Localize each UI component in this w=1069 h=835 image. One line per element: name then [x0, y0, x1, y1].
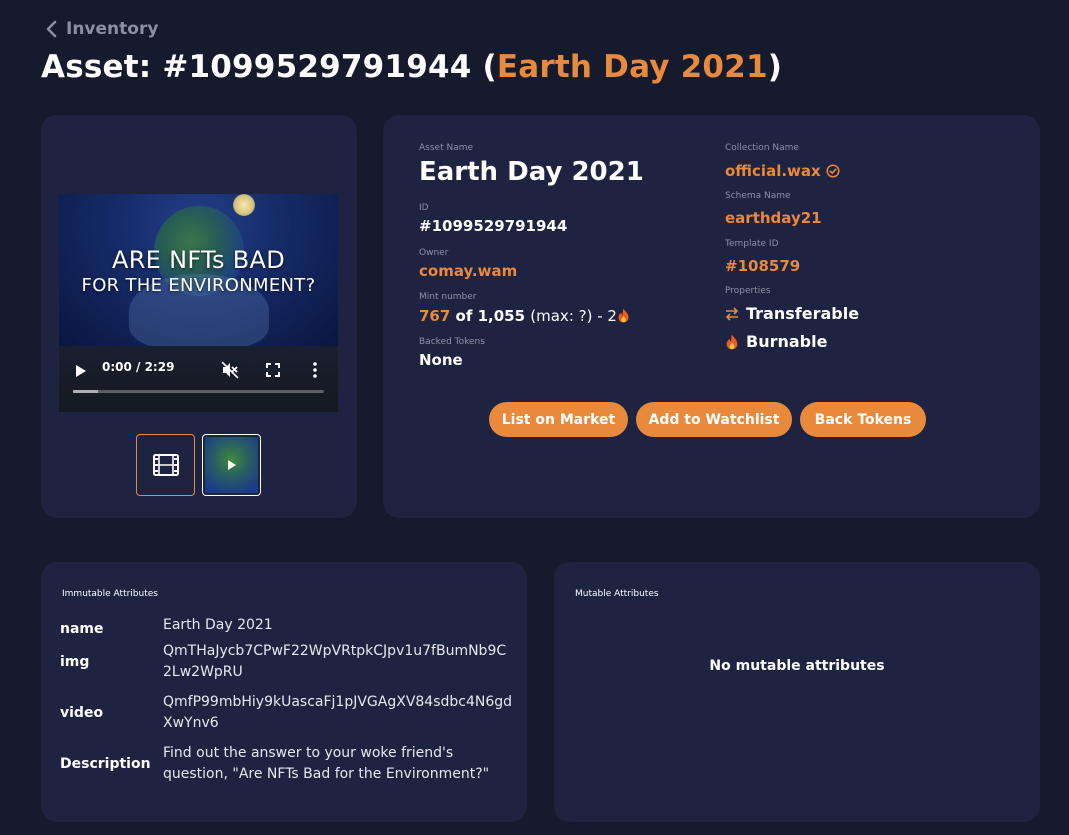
- mutable-attributes-card: Mutable Attributes No mutable attributes: [554, 562, 1040, 822]
- fullscreen-icon[interactable]: [266, 363, 280, 377]
- play-icon[interactable]: [75, 364, 87, 378]
- transfer-icon: [725, 306, 739, 321]
- property-transferable: Transferable: [724, 304, 859, 323]
- schema-label: Schema Name: [725, 191, 791, 201]
- title-asset-name: Earth Day 2021: [496, 49, 768, 85]
- collection-label: Collection Name: [725, 143, 799, 153]
- play-icon: [228, 460, 236, 470]
- template-label: Template ID: [725, 239, 779, 249]
- attribute-key: img: [60, 654, 90, 670]
- properties-label: Properties: [725, 286, 771, 296]
- property-transferable-label: Transferable: [746, 304, 860, 323]
- mute-icon[interactable]: [221, 361, 239, 379]
- mutable-section-label: Mutable Attributes: [575, 589, 659, 599]
- video-overlay-line1: ARE NFTs BAD: [111, 246, 285, 274]
- owner-link[interactable]: comay.wam: [419, 262, 517, 280]
- attribute-row: name Earth Day 2021: [60, 615, 520, 641]
- collection-link[interactable]: official.wax: [725, 162, 840, 180]
- no-mutable-attributes-text: No mutable attributes: [709, 658, 885, 674]
- mint-label: Mint number: [419, 292, 477, 302]
- backed-tokens-value: None: [419, 351, 463, 369]
- property-burnable: Burnable: [724, 332, 827, 351]
- mint-number: 767 of 1,055 (max: ?) - 2: [419, 307, 630, 325]
- back-tokens-button[interactable]: Back Tokens: [800, 402, 926, 437]
- mint-max-value: (max: ?) - 2: [530, 307, 617, 325]
- verified-icon: [826, 164, 840, 178]
- video-progress-bar[interactable]: [73, 390, 324, 393]
- page-title: Asset: #1099529791944 (Earth Day 2021): [41, 49, 782, 85]
- title-suffix: ): [767, 49, 783, 85]
- list-on-market-button[interactable]: List on Market: [489, 402, 628, 437]
- attribute-key: name: [60, 621, 104, 637]
- attribute-row: img QmTHaJycb7CPwF22WpVRtpkCJpv1u7fBumNb…: [60, 641, 520, 692]
- mint-number-value: 767: [419, 307, 451, 325]
- id-label: ID: [419, 203, 429, 213]
- video-time: 0:00 / 2:29: [102, 360, 175, 374]
- attribute-value: Find out the answer to your woke friend'…: [163, 745, 490, 782]
- id-value: #1099529791944: [419, 217, 568, 235]
- video-player[interactable]: ARE NFTs BAD FOR THE ENVIRONMENT? 0:00 /…: [59, 194, 338, 412]
- back-link-label: Inventory: [66, 19, 159, 39]
- fire-icon: [618, 308, 629, 323]
- asset-details-card: Asset Name Earth Day 2021 ID #1099529791…: [383, 115, 1040, 518]
- attribute-row: Description Find out the answer to your …: [60, 743, 520, 794]
- film-icon: [153, 454, 179, 476]
- immutable-section-label: Immutable Attributes: [62, 589, 158, 599]
- collection-name: official.wax: [725, 162, 821, 180]
- immutable-attributes-table: name Earth Day 2021 img QmTHaJycb7CPwF22…: [60, 615, 520, 794]
- more-vertical-icon[interactable]: [313, 362, 317, 378]
- back-to-inventory-link[interactable]: Inventory: [44, 19, 158, 39]
- video-poster: ARE NFTs BAD FOR THE ENVIRONMENT?: [59, 194, 338, 349]
- backed-tokens-label: Backed Tokens: [419, 337, 485, 347]
- attribute-value: Earth Day 2021: [163, 617, 273, 633]
- attribute-key: Description: [60, 756, 151, 772]
- chevron-left-icon: [46, 20, 57, 38]
- owner-label: Owner: [419, 248, 449, 258]
- attribute-key: video: [60, 705, 104, 721]
- attribute-value: QmfP99mbHiy9kUascaFj1pJVGAgXV84sdbc4N6gd…: [163, 694, 513, 731]
- attribute-value: QmTHaJycb7CPwF22WpVRtpkCJpv1u7fBumNb9C2L…: [163, 643, 507, 680]
- schema-link[interactable]: earthday21: [725, 209, 822, 227]
- immutable-attributes-card: Immutable Attributes name Earth Day 2021…: [41, 562, 527, 822]
- video-buffer-fill: [73, 390, 99, 393]
- video-overlay-line2: FOR THE ENVIRONMENT?: [81, 275, 316, 296]
- fire-icon: [726, 334, 738, 349]
- moon-graphic: [233, 194, 255, 216]
- media-card: ARE NFTs BAD FOR THE ENVIRONMENT? 0:00 /…: [41, 115, 357, 518]
- video-controls: 0:00 / 2:29: [59, 346, 338, 412]
- image-thumbnail-button[interactable]: [202, 434, 261, 496]
- attribute-row: video QmfP99mbHiy9kUascaFj1pJVGAgXV84sdb…: [60, 692, 520, 743]
- add-to-watchlist-button[interactable]: Add to Watchlist: [636, 402, 792, 437]
- asset-name-label: Asset Name: [419, 143, 474, 153]
- template-link[interactable]: #108579: [725, 257, 800, 275]
- title-prefix: Asset: #1099529791944 (: [41, 49, 497, 85]
- mint-of-value: of 1,055: [455, 307, 526, 325]
- video-thumbnail-button[interactable]: [136, 434, 195, 496]
- property-burnable-label: Burnable: [746, 332, 828, 351]
- asset-name-value: Earth Day 2021: [419, 157, 644, 187]
